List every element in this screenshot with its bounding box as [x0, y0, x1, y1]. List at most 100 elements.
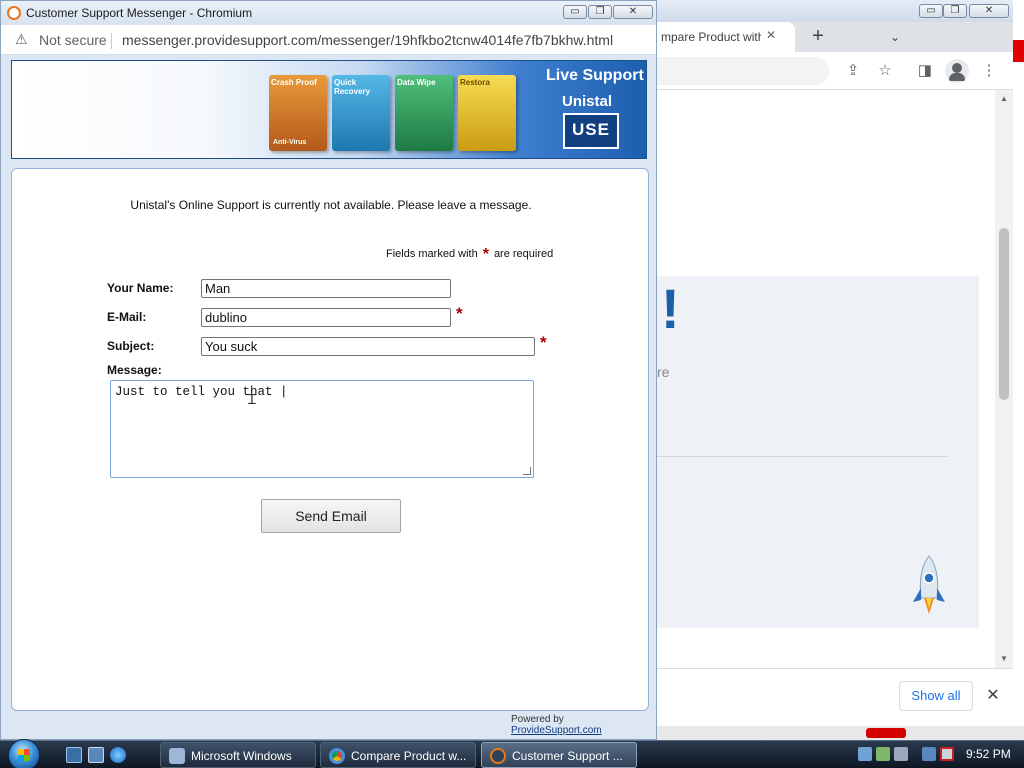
back-address-bar[interactable] [657, 57, 829, 85]
switch-windows-icon[interactable] [88, 747, 104, 763]
product-name: Quick Recovery [334, 78, 371, 96]
tray-device-icon[interactable] [894, 747, 908, 761]
warning-triangle-icon[interactable]: ⚠ [15, 31, 28, 48]
scroll-down-arrow-icon[interactable]: ▼ [999, 654, 1009, 663]
required-note-before: Fields marked with [386, 248, 478, 260]
scrollbar-thumb[interactable] [999, 228, 1009, 400]
name-input[interactable]: Man [201, 279, 451, 298]
offline-notice: Unistal's Online Support is currently no… [130, 198, 532, 212]
taskbar-button-label: Microsoft Windows [191, 749, 292, 763]
providesupport-chat-icon [7, 6, 21, 20]
tab-title: mpare Product with C [661, 30, 777, 44]
taskbar-button-label: Compare Product w... [351, 749, 467, 763]
taskbar-clock[interactable]: 9:52 PM [966, 747, 1011, 761]
security-status[interactable]: Not secure [39, 32, 107, 48]
side-panel-icon[interactable]: ◨ [915, 61, 935, 81]
text-cursor-icon: Ɪ [248, 391, 256, 407]
windows-setup-icon [169, 748, 185, 764]
maximize-button[interactable]: ❐ [588, 5, 612, 19]
back-page-panel: ! re [657, 276, 979, 628]
product-name: Data Wipe [397, 78, 436, 87]
address-separator [111, 33, 112, 49]
window-title: Customer Support Messenger - Chromium [26, 6, 253, 20]
back-scrollbar[interactable]: ▲ ▼ [995, 90, 1013, 668]
back-page-divider [657, 456, 947, 457]
unistal-logo: USE [563, 113, 619, 149]
internet-explorer-icon[interactable] [110, 747, 126, 763]
taskbar-button-customer-support[interactable]: Customer Support ... [481, 742, 637, 768]
back-page-partial-text: re [657, 364, 670, 380]
taskbar-button-label: Customer Support ... [512, 749, 623, 763]
show-all-button[interactable]: Show all [899, 681, 973, 711]
desktop-red-shape [866, 728, 906, 738]
taskbar: Microsoft Windows Compare Product w... C… [0, 739, 1024, 768]
desktop-background-strip [1012, 0, 1024, 740]
required-fields-note: Fields marked with * are required [386, 244, 554, 263]
back-maximize-button[interactable]: ❐ [943, 4, 967, 18]
back-window-titlebar[interactable]: ▭ ❐ ✕ [657, 0, 1013, 22]
unistal-brand: Unistal [562, 93, 613, 110]
chrome-menu-icon[interactable]: ⋮ [979, 61, 999, 81]
scroll-up-arrow-icon[interactable]: ▲ [999, 94, 1009, 103]
taskbar-button-microsoft-windows[interactable]: Microsoft Windows [160, 742, 316, 768]
providesupport-chat-icon [490, 748, 506, 764]
email-required-star-icon: * [456, 304, 463, 323]
bookmark-star-icon[interactable]: ☆ [875, 61, 895, 81]
product-box-crash-proof: Crash Proof Anti-Virus [269, 75, 327, 151]
url-text[interactable]: messenger.providesupport.com/messenger/1… [122, 32, 613, 48]
product-box-restora: Restora [458, 75, 516, 151]
back-toolbar: ⇪ ☆ ◨ ⋮ [657, 52, 1013, 90]
subject-required-star-icon: * [540, 333, 547, 352]
messenger-titlebar[interactable]: Customer Support Messenger - Chromium ▭ … [1, 1, 656, 25]
new-tab-button[interactable]: + [807, 25, 829, 47]
offline-message-form: Unistal's Online Support is currently no… [11, 168, 649, 711]
tray-connection-icon[interactable] [922, 747, 936, 761]
messenger-body: Crash Proof Anti-Virus Quick Recovery Da… [1, 55, 656, 739]
powered-by-text: Powered by [511, 714, 564, 725]
back-page-exclamation: ! [661, 277, 680, 340]
address-bar[interactable]: ⚠ Not secure messenger.providesupport.co… [1, 25, 656, 55]
subject-label: Subject: [107, 339, 155, 353]
desktop-red-mark [1012, 40, 1024, 62]
messenger-window[interactable]: Customer Support Messenger - Chromium ▭ … [0, 0, 657, 740]
live-support-banner: Crash Proof Anti-Virus Quick Recovery Da… [11, 60, 647, 159]
subject-input[interactable]: You suck [201, 337, 535, 356]
tray-network-icon[interactable] [876, 747, 890, 761]
message-text: Just to tell you that | [115, 385, 288, 399]
providesupport-link[interactable]: ProvideSupport.com [511, 725, 602, 736]
show-desktop-icon[interactable] [66, 747, 82, 763]
back-browser-window[interactable]: ▭ ❐ ✕ mpare Product with C ✕ + ⌄ ⇪ ☆ ◨ ⋮… [656, 0, 1013, 726]
start-button[interactable] [8, 739, 40, 768]
profile-avatar-icon[interactable] [945, 59, 969, 83]
email-label: E-Mail: [107, 310, 147, 324]
tab-search-chevron-icon[interactable]: ⌄ [885, 27, 905, 47]
tray-app-icon[interactable] [858, 747, 872, 761]
minimize-button[interactable]: ▭ [563, 5, 587, 19]
back-page-content: ! re [657, 90, 995, 668]
product-box-quick-recovery: Quick Recovery [332, 75, 390, 151]
product-box-data-wipe: Data Wipe [395, 75, 453, 151]
close-button[interactable]: ✕ [613, 5, 653, 19]
live-support-heading: Live Support [546, 67, 644, 84]
send-email-button[interactable]: Send Email [261, 499, 401, 533]
rocket-icon[interactable] [909, 552, 949, 624]
tab-close-icon[interactable]: ✕ [761, 28, 781, 46]
back-minimize-button[interactable]: ▭ [919, 4, 943, 18]
email-input[interactable]: dublino [201, 308, 451, 327]
message-textarea[interactable]: Just to tell you that | [110, 380, 534, 478]
download-shelf: Show all ✕ [657, 668, 1013, 726]
product-name: Crash Proof [271, 78, 317, 87]
chromium-icon [329, 748, 345, 764]
back-close-button[interactable]: ✕ [969, 4, 1009, 18]
product-subtitle: Anti-Virus [273, 139, 307, 146]
back-tab-strip: mpare Product with C ✕ + ⌄ [657, 22, 1013, 52]
powered-by-footer: Powered by ProvideSupport.com [511, 714, 656, 736]
resize-grip-icon[interactable] [523, 467, 531, 475]
name-label: Your Name: [107, 281, 174, 295]
volume-muted-icon[interactable] [940, 747, 954, 761]
taskbar-button-compare-product[interactable]: Compare Product w... [320, 742, 476, 768]
message-label: Message: [107, 363, 162, 377]
download-shelf-close-icon[interactable]: ✕ [983, 684, 1003, 708]
share-icon[interactable]: ⇪ [843, 61, 863, 81]
required-note-after: are required [493, 248, 554, 260]
